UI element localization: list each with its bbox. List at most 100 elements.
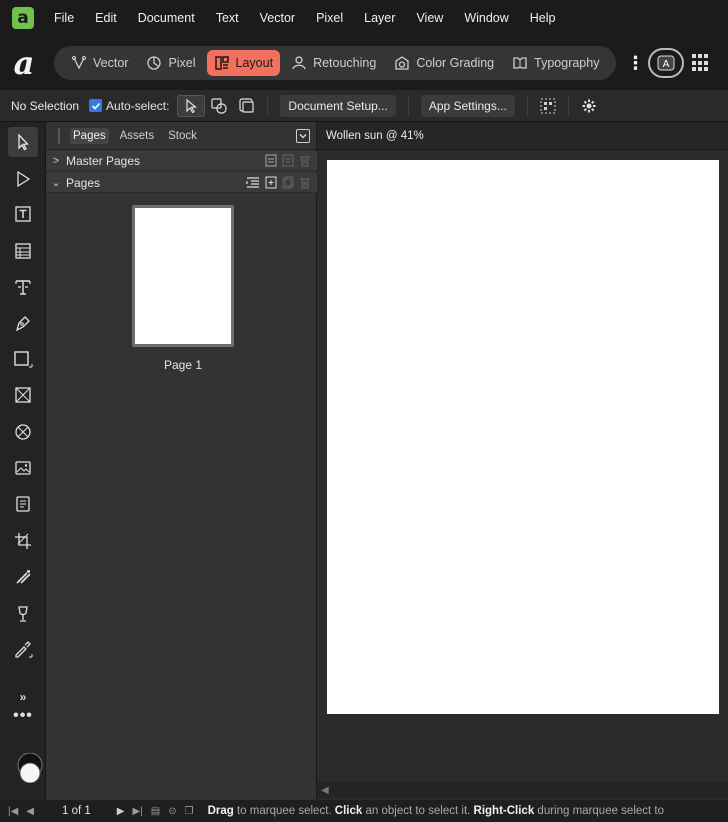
delete-page-icon[interactable] [299,176,311,189]
menu-vector[interactable]: Vector [260,11,295,25]
master-pages-actions [260,154,317,167]
color-well[interactable] [17,752,43,784]
persona-layout[interactable]: Layout [206,50,281,76]
place-document-tool[interactable] [8,489,38,519]
document-page-canvas[interactable] [327,160,719,714]
retouching-persona-icon [292,56,306,70]
chevron-down-icon[interactable]: ⌄ [46,176,66,189]
page-spread-icon[interactable]: ▤ [151,806,160,817]
table-tool[interactable] [8,236,38,266]
pages-view-icon[interactable]: ❐ [185,806,194,817]
app-settings-button[interactable]: App Settings... [420,94,515,117]
menu-layer[interactable]: Layer [364,11,395,25]
persona-typography[interactable]: Typography [505,50,606,76]
image-icon [15,461,31,475]
master-pages-section[interactable]: > Master Pages [46,151,317,171]
persona-color-grading[interactable]: Color Grading [387,50,501,76]
fill-icon [16,570,31,584]
menu-text[interactable]: Text [216,11,239,25]
transparency-tool[interactable] [8,599,38,629]
context-toolbar-toggle-button[interactable]: A [648,48,685,78]
duplicate-page-icon[interactable] [282,176,294,189]
auto-select-label: Auto-select: [106,98,170,113]
persona-layout-label: Layout [235,56,274,70]
frame-text-tool[interactable] [8,199,38,229]
app-logo-icon[interactable]: a [12,7,34,29]
next-page-icon[interactable]: ▶ [117,806,125,817]
link-icon[interactable]: ⊝ [168,806,176,817]
horizontal-scrollbar[interactable]: ◀ [317,782,728,798]
text-frame-icon: A [657,55,675,71]
typography-persona-icon [513,57,527,69]
persona-switcher: Vector Pixel Layout Retouching Color Gra… [54,46,617,80]
color-picker-tool[interactable] [8,635,38,665]
add-master-icon[interactable] [265,154,277,167]
tab-stock[interactable]: Stock [165,128,200,144]
ellipse-frame-icon [15,424,31,440]
document-setup-button[interactable]: Document Setup... [280,94,396,117]
apply-master-icon[interactable] [246,176,260,189]
select-layer-mode-button[interactable] [177,94,206,117]
fill-tool[interactable] [8,562,38,592]
add-page-icon[interactable] [265,176,277,189]
delete-master-icon[interactable] [299,154,311,167]
last-page-icon[interactable]: ▶| [132,806,142,817]
selection-status: No Selection [11,98,80,113]
duplicate-master-icon[interactable] [282,154,294,167]
more-options-icon[interactable]: ⋮ [626,53,644,74]
page-counter: 1 of 1 [62,805,91,817]
pages-section[interactable]: ⌄ Pages [46,173,317,193]
settings-button[interactable] [575,95,603,117]
node-tool[interactable] [8,164,38,194]
vector-persona-icon [71,55,87,70]
persona-pixel[interactable]: Pixel [139,50,202,76]
more-tools-icon[interactable]: ••• [0,707,46,725]
ellipse-frame-tool[interactable] [8,417,38,447]
place-image-tool[interactable] [8,453,38,483]
first-page-icon[interactable]: |◀ [8,806,18,817]
divider [567,95,569,116]
pen-tool[interactable] [8,308,38,338]
scroll-left-icon[interactable]: ◀ [321,785,329,796]
hint-drag-text: to marquee select. [233,805,335,817]
picture-frame-tool[interactable] [8,380,38,410]
menu-document[interactable]: Document [138,11,195,25]
document-tab[interactable]: Wollen sun @ 41% [317,122,728,150]
panel-grip[interactable] [58,127,60,144]
frame-text-icon [15,206,31,222]
auto-select-checkbox[interactable] [89,99,103,112]
panel-menu-button[interactable] [296,129,310,143]
chevron-right-icon[interactable]: > [46,155,66,167]
menu-edit[interactable]: Edit [95,11,117,25]
tab-assets[interactable]: Assets [117,128,158,144]
previous-page-icon[interactable]: ◀ [26,806,34,817]
menu-file[interactable]: File [54,11,74,25]
crop-tool[interactable] [8,526,38,556]
rectangle-icon [14,351,33,368]
persona-color-grading-label: Color Grading [416,56,495,70]
fill-stroke-swatch-icon [17,752,43,784]
expand-tools-icon[interactable]: » [0,690,46,704]
menu-window[interactable]: Window [464,11,508,25]
artistic-text-tool[interactable] [8,272,38,302]
preflight-button[interactable] [534,95,562,117]
pages-label: Pages [66,175,101,190]
menu-view[interactable]: View [416,11,443,25]
tab-pages[interactable]: Pages [70,127,109,144]
menu-help[interactable]: Help [530,11,556,25]
move-tool[interactable] [8,127,38,157]
menu-pixel[interactable]: Pixel [316,11,343,25]
hint-right-click-text: during marquee select to [534,805,665,817]
intersect-shapes-icon [211,97,228,114]
select-group-mode-button[interactable] [205,95,233,117]
grid-menu-icon[interactable] [692,54,710,72]
page-thumbnail[interactable] [132,205,234,347]
layout-persona-icon [214,56,229,70]
affinity-logo-icon: a [13,44,35,82]
pages-panel: Pages Assets Stock > Master Pages ⌄ Page… [46,122,317,800]
rectangle-tool[interactable] [8,345,38,375]
persona-vector[interactable]: Vector [64,50,135,76]
persona-retouching[interactable]: Retouching [284,50,383,76]
menu-bar: a File Edit Document Text Vector Pixel L… [0,0,728,36]
select-top-level-mode-button[interactable] [233,95,261,117]
